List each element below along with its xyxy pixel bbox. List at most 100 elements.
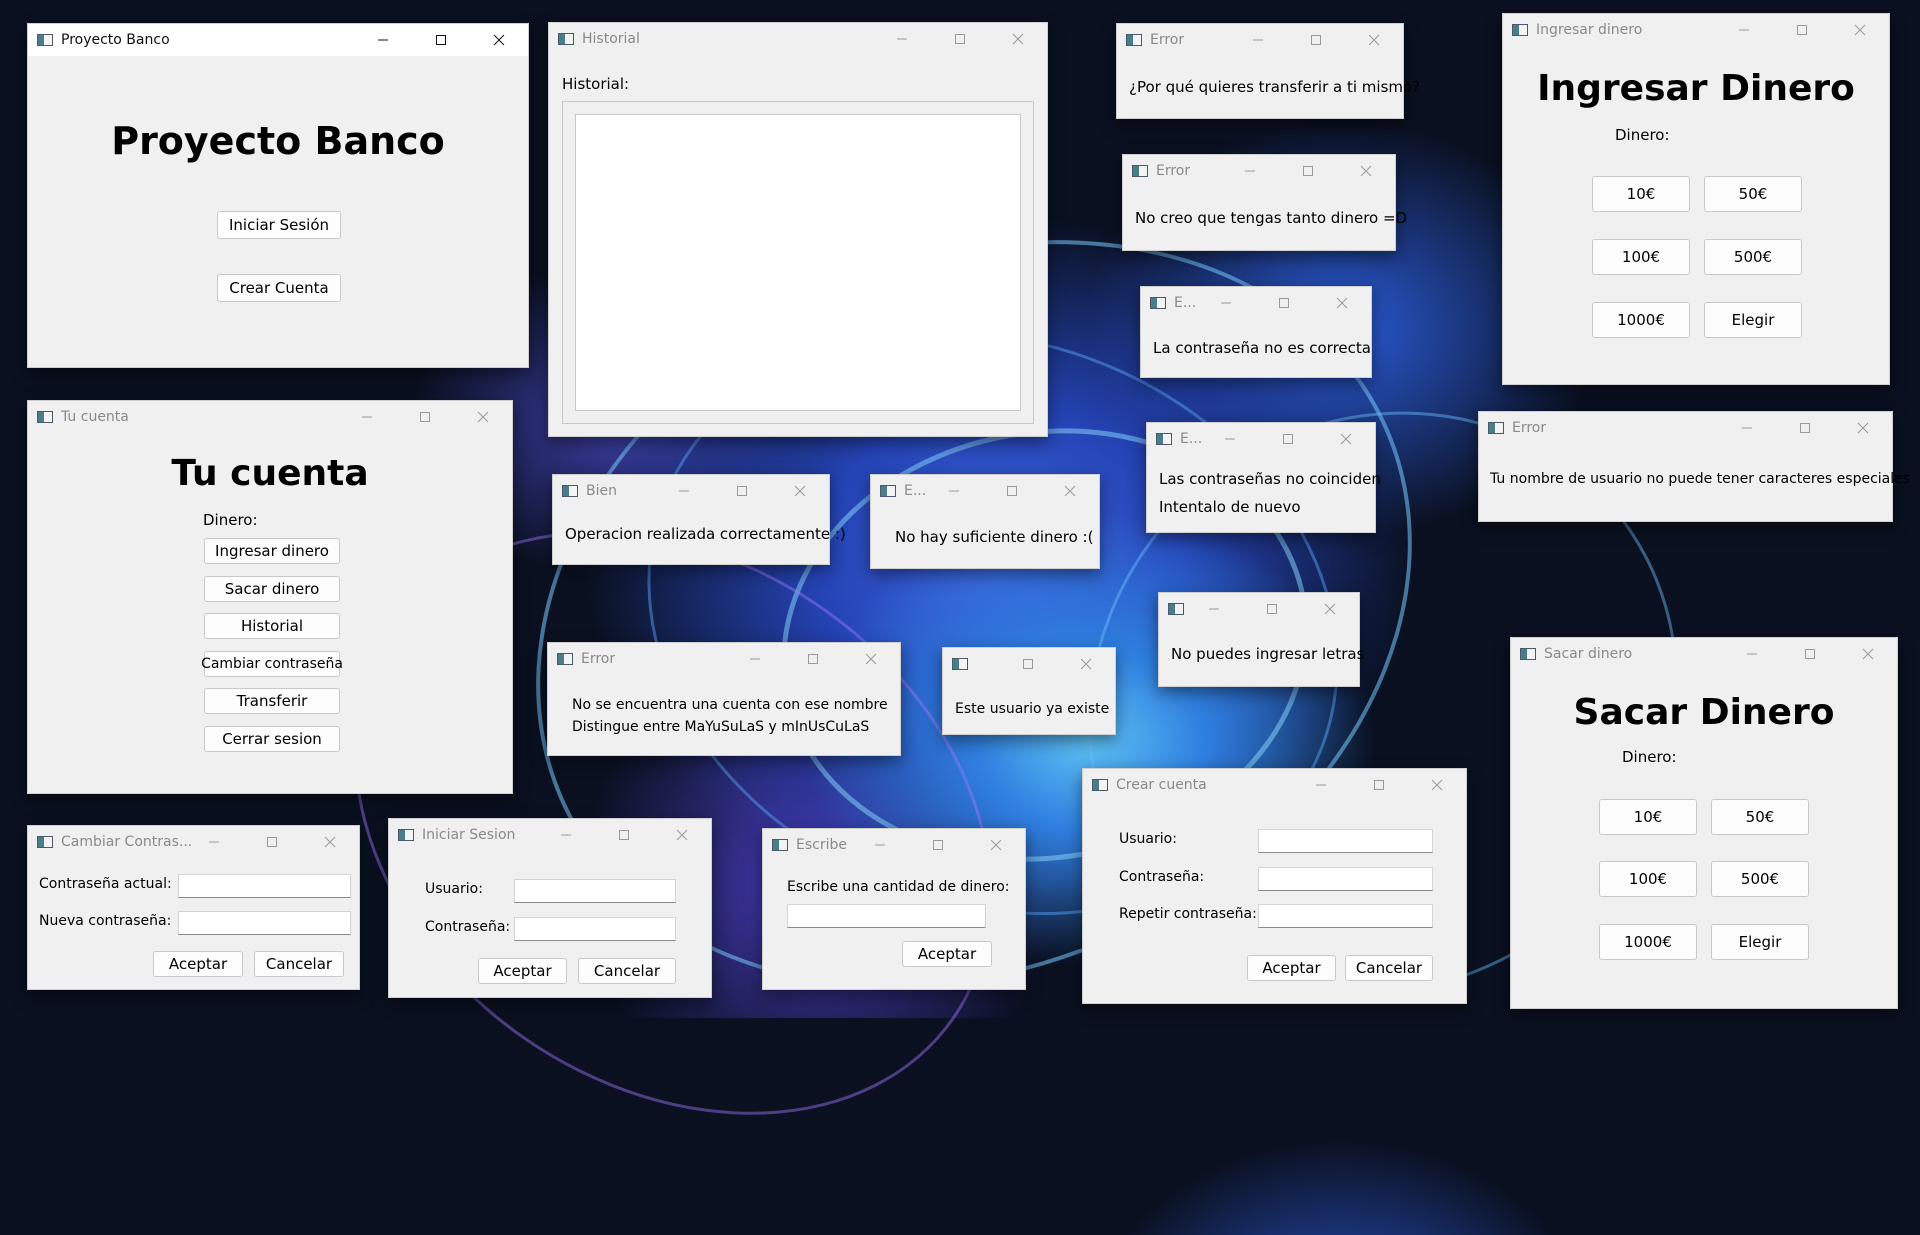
accept-button[interactable]: Aceptar — [902, 941, 992, 967]
maximize-icon[interactable] — [713, 475, 771, 507]
close-icon[interactable] — [1313, 287, 1371, 319]
close-icon[interactable] — [653, 819, 711, 851]
password-field[interactable] — [514, 917, 676, 941]
login-button[interactable]: Iniciar Sesión — [217, 211, 341, 239]
password-field[interactable] — [1258, 867, 1433, 891]
title-bar[interactable]: Cambiar Contras... — [28, 826, 359, 858]
username-field[interactable] — [514, 879, 676, 903]
close-icon[interactable] — [1345, 24, 1403, 56]
deposit-button[interactable]: Ingresar dinero — [204, 538, 340, 564]
minimize-icon[interactable] — [873, 23, 931, 55]
title-bar[interactable]: Crear cuenta — [1083, 769, 1466, 801]
title-bar[interactable] — [943, 648, 1115, 680]
maximize-icon[interactable] — [412, 24, 470, 56]
maximize-icon[interactable] — [983, 475, 1041, 507]
title-bar[interactable]: Escribe — [763, 829, 1025, 861]
close-icon[interactable] — [301, 826, 359, 858]
maximize-icon[interactable] — [1243, 593, 1301, 625]
close-icon[interactable] — [1337, 155, 1395, 187]
title-bar[interactable]: Historial — [549, 23, 1047, 55]
minimize-icon[interactable] — [354, 24, 412, 56]
title-bar[interactable]: Bien — [553, 475, 829, 507]
minimize-icon[interactable] — [1292, 769, 1350, 801]
logout-button[interactable]: Cerrar sesion — [204, 726, 340, 752]
title-bar[interactable]: Error — [1479, 412, 1892, 444]
close-icon[interactable] — [1831, 14, 1889, 46]
accept-button[interactable]: Aceptar — [1247, 955, 1336, 981]
change-password-button[interactable]: Cambiar contraseña — [201, 651, 343, 677]
amount-100-button[interactable]: 100€ — [1599, 861, 1697, 897]
amount-10-button[interactable]: 10€ — [1599, 799, 1697, 835]
maximize-icon[interactable] — [1781, 638, 1839, 670]
title-bar[interactable]: Ingresar dinero — [1503, 14, 1889, 46]
minimize-icon[interactable] — [537, 819, 595, 851]
minimize-icon[interactable] — [726, 643, 784, 675]
minimize-icon[interactable] — [655, 475, 713, 507]
title-bar[interactable]: Error — [1123, 155, 1395, 187]
close-icon[interactable] — [1057, 648, 1115, 680]
amount-50-button[interactable]: 50€ — [1704, 176, 1802, 212]
title-bar[interactable]: E... — [1141, 287, 1371, 319]
amount-1000-button[interactable]: 1000€ — [1592, 302, 1690, 338]
close-icon[interactable] — [1317, 423, 1375, 455]
title-bar[interactable]: Proyecto Banco — [28, 24, 528, 56]
title-bar[interactable]: Tu cuenta — [28, 401, 512, 433]
maximize-icon[interactable] — [784, 643, 842, 675]
close-icon[interactable] — [1301, 593, 1359, 625]
minimize-icon[interactable] — [1723, 638, 1781, 670]
close-icon[interactable] — [1839, 638, 1897, 670]
minimize-icon[interactable] — [1197, 287, 1255, 319]
close-icon[interactable] — [1834, 412, 1892, 444]
maximize-icon[interactable] — [909, 829, 967, 861]
close-icon[interactable] — [454, 401, 512, 433]
maximize-icon[interactable] — [595, 819, 653, 851]
title-bar[interactable]: E... — [871, 475, 1099, 507]
close-icon[interactable] — [989, 23, 1047, 55]
close-icon[interactable] — [967, 829, 1025, 861]
minimize-icon[interactable] — [338, 401, 396, 433]
current-password-field[interactable] — [178, 874, 351, 898]
title-bar[interactable] — [1159, 593, 1359, 625]
username-field[interactable] — [1258, 829, 1433, 853]
cancel-button[interactable]: Cancelar — [254, 951, 344, 977]
maximize-icon[interactable] — [1350, 769, 1408, 801]
amount-10-button[interactable]: 10€ — [1592, 176, 1690, 212]
maximize-icon[interactable] — [1773, 14, 1831, 46]
amount-field[interactable] — [787, 904, 986, 928]
maximize-icon[interactable] — [396, 401, 454, 433]
maximize-icon[interactable] — [999, 648, 1057, 680]
history-text-area[interactable] — [575, 114, 1021, 411]
choose-amount-button[interactable]: Elegir — [1711, 924, 1809, 960]
maximize-icon[interactable] — [1776, 412, 1834, 444]
title-bar[interactable]: Error — [1117, 24, 1403, 56]
minimize-icon[interactable] — [1229, 24, 1287, 56]
close-icon[interactable] — [771, 475, 829, 507]
minimize-icon[interactable] — [1221, 155, 1279, 187]
amount-50-button[interactable]: 50€ — [1711, 799, 1809, 835]
accept-button[interactable]: Aceptar — [478, 958, 567, 984]
maximize-icon[interactable] — [931, 23, 989, 55]
amount-500-button[interactable]: 500€ — [1704, 239, 1802, 275]
cancel-button[interactable]: Cancelar — [1345, 955, 1433, 981]
close-icon[interactable] — [470, 24, 528, 56]
close-icon[interactable] — [1408, 769, 1466, 801]
title-bar[interactable]: Error — [548, 643, 900, 675]
choose-amount-button[interactable]: Elegir — [1704, 302, 1802, 338]
withdraw-button[interactable]: Sacar dinero — [204, 576, 340, 602]
title-bar[interactable]: Sacar dinero — [1511, 638, 1897, 670]
history-button[interactable]: Historial — [204, 613, 340, 639]
close-icon[interactable] — [842, 643, 900, 675]
close-icon[interactable] — [1041, 475, 1099, 507]
minimize-icon[interactable] — [1715, 14, 1773, 46]
amount-500-button[interactable]: 500€ — [1711, 861, 1809, 897]
cancel-button[interactable]: Cancelar — [578, 958, 676, 984]
amount-1000-button[interactable]: 1000€ — [1599, 924, 1697, 960]
maximize-icon[interactable] — [1287, 24, 1345, 56]
minimize-icon[interactable] — [925, 475, 983, 507]
repeat-password-field[interactable] — [1258, 904, 1433, 928]
minimize-icon[interactable] — [851, 829, 909, 861]
accept-button[interactable]: Aceptar — [153, 951, 243, 977]
title-bar[interactable]: Iniciar Sesion — [389, 819, 711, 851]
maximize-icon[interactable] — [1279, 155, 1337, 187]
maximize-icon[interactable] — [243, 826, 301, 858]
